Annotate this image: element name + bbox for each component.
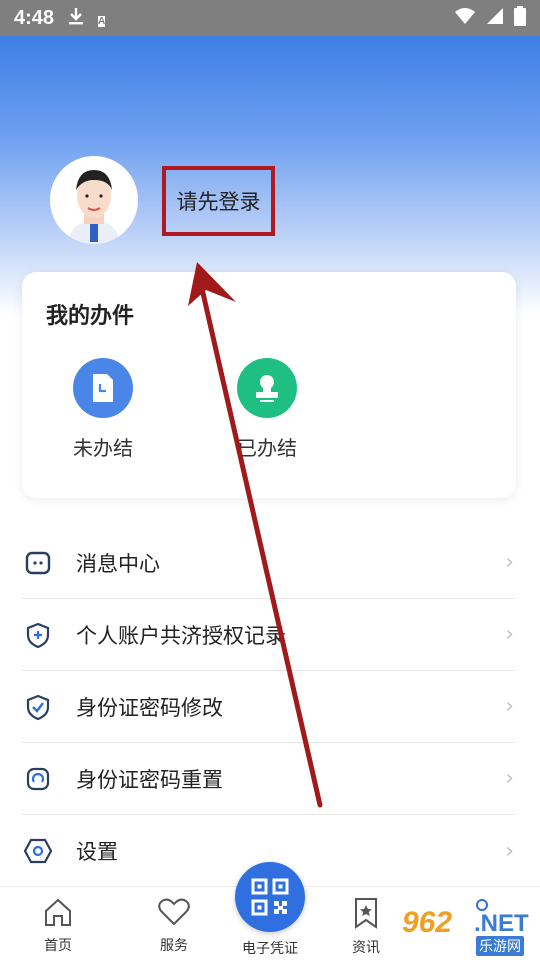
bookmark-star-icon <box>352 898 380 933</box>
login-prompt-label: 请先登录 <box>176 190 261 214</box>
menu-item-account-authorization[interactable]: 个人账户共济授权记录 › <box>22 599 516 671</box>
chevron-right-icon: › <box>505 622 514 647</box>
status-bar: 4:48 A <box>0 0 540 36</box>
wifi-icon <box>454 7 476 29</box>
heart-icon <box>157 898 191 931</box>
unfinished-label: 未办结 <box>73 436 133 460</box>
app-notification-icon: A <box>98 8 106 29</box>
qr-code-icon <box>251 878 289 916</box>
status-time: 4:48 <box>14 6 55 29</box>
nav-home[interactable]: 首页 <box>18 897 98 955</box>
card-title: 我的办件 <box>46 304 135 329</box>
menu-item-message-center[interactable]: 消息中心 › <box>22 527 516 599</box>
document-clock-icon <box>73 358 133 418</box>
settings-hex-icon <box>22 835 54 867</box>
nav-news-label: 资讯 <box>352 940 380 956</box>
menu-item-label: 设置 <box>76 840 118 864</box>
finished-work-item[interactable]: 已办结 <box>212 358 322 461</box>
nav-news[interactable]: 资讯 <box>326 897 406 957</box>
battery-icon <box>514 6 526 30</box>
avatar[interactable] <box>50 156 138 244</box>
nav-home-label: 首页 <box>44 938 72 954</box>
shield-plus-icon <box>22 619 54 651</box>
watermark-number: 962 <box>402 906 453 939</box>
reset-icon <box>22 763 54 795</box>
app-notification-letter: A <box>98 15 106 27</box>
home-icon <box>42 898 74 931</box>
my-work-card: 我的办件 未办结 已办结 <box>22 272 516 498</box>
site-watermark: 962 .NET 乐游网 <box>402 906 536 958</box>
finished-label: 已办结 <box>237 436 297 460</box>
login-prompt-button[interactable]: 请先登录 <box>162 166 275 236</box>
nav-ecard-label: 电子凭证 <box>242 941 298 957</box>
message-icon <box>22 547 54 579</box>
unfinished-work-item[interactable]: 未办结 <box>48 358 158 461</box>
menu-item-label: 身份证密码重置 <box>76 767 223 792</box>
chevron-right-icon: › <box>505 694 514 719</box>
settings-menu-list: 消息中心 › 个人账户共济授权记录 › 身份证密码修改 › 身份证密码重置 › … <box>22 527 516 887</box>
avatar-face-icon <box>50 156 138 244</box>
signal-icon <box>486 7 504 29</box>
shield-check-icon <box>22 691 54 723</box>
nav-service-label: 服务 <box>160 938 188 954</box>
stamp-icon <box>237 358 297 418</box>
menu-item-label: 消息中心 <box>76 551 160 576</box>
chevron-right-icon: › <box>505 550 514 575</box>
menu-item-id-password-change[interactable]: 身份证密码修改 › <box>22 671 516 743</box>
watermark-domain: .NET <box>474 910 529 937</box>
download-icon <box>68 7 84 30</box>
chevron-right-icon: › <box>505 838 514 864</box>
menu-item-label: 身份证密码修改 <box>76 695 223 720</box>
menu-item-id-password-reset[interactable]: 身份证密码重置 › <box>22 743 516 815</box>
nav-service[interactable]: 服务 <box>134 897 214 955</box>
ecard-qr-button[interactable] <box>235 862 305 932</box>
chevron-right-icon: › <box>505 766 514 791</box>
menu-item-label: 个人账户共济授权记录 <box>76 623 286 648</box>
watermark-site-name: 乐游网 <box>476 936 524 956</box>
